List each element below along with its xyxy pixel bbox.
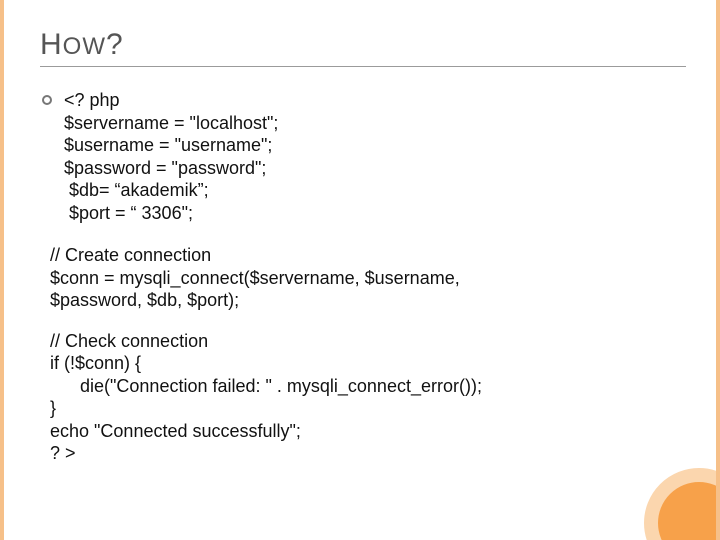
title-rest: OW	[63, 33, 106, 60]
bullet-icon	[42, 95, 52, 105]
code-line: $db= “akademik”;	[64, 179, 278, 202]
code-line: ? >	[50, 442, 686, 465]
code-line: die("Connection failed: " . mysqli_conne…	[50, 375, 686, 398]
code-line: $servername = "localhost";	[64, 112, 278, 135]
title-cap-h: H	[40, 28, 63, 61]
code-line: // Create connection	[50, 244, 686, 267]
code-block-connection: // Create connection $conn = mysqli_conn…	[50, 244, 686, 312]
code-line: echo "Connected successfully";	[50, 420, 686, 443]
content-area: HOW? <? php $servername = "localhost"; $…	[4, 0, 716, 485]
code-line: $conn = mysqli_connect($servername, $use…	[50, 267, 686, 290]
slide: HOW? <? php $servername = "localhost"; $…	[0, 0, 720, 540]
code-line: $password = "password";	[64, 157, 278, 180]
slide-title: HOW?	[40, 28, 686, 67]
code-line: $username = "username";	[64, 134, 278, 157]
code-line: }	[50, 397, 686, 420]
code-line: $port = “ 3306";	[64, 202, 278, 225]
code-line: <? php	[64, 89, 278, 112]
code-line: // Check connection	[50, 330, 686, 353]
code-block-check: // Check connection if (!$conn) { die("C…	[50, 330, 686, 465]
code-line: $password, $db, $port);	[50, 289, 686, 312]
bullet-item: <? php $servername = "localhost"; $usern…	[42, 89, 686, 224]
title-qmark: ?	[106, 28, 124, 61]
code-line: if (!$conn) {	[50, 352, 686, 375]
code-block-vars: <? php $servername = "localhost"; $usern…	[64, 89, 278, 224]
